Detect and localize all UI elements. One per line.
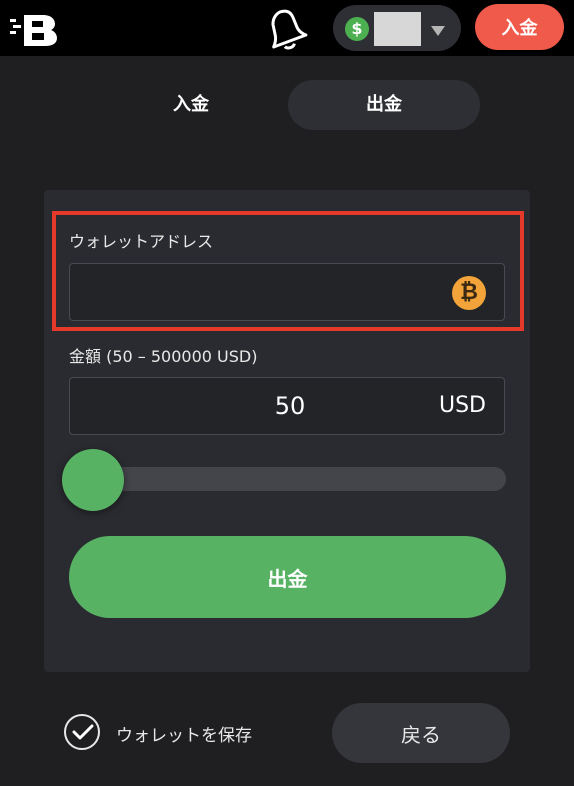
tab-withdraw[interactable]: 出金 (288, 80, 480, 130)
amount-label: 金額 (50 – 500000 USD) (69, 347, 258, 366)
bell-icon[interactable] (264, 8, 308, 50)
amount-slider-track[interactable] (76, 467, 506, 491)
amount-input[interactable]: 50 USD (69, 377, 505, 435)
logo-b-icon[interactable] (10, 10, 60, 46)
save-wallet-checkbox[interactable] (64, 714, 100, 750)
amount-value: 50 (274, 392, 306, 420)
chevron-down-icon (429, 22, 447, 36)
balance-dropdown[interactable]: $ (333, 5, 461, 51)
save-wallet-label: ウォレットを保存 (116, 726, 252, 746)
wallet-address-label: ウォレットアドレス (69, 232, 214, 251)
top-bar: $ 入金 (0, 0, 574, 56)
tab-deposit[interactable]: 入金 (96, 80, 286, 130)
balance-amount (374, 12, 421, 46)
wallet-address-input[interactable]: ₿ (69, 263, 505, 321)
header-deposit-button[interactable]: 入金 (475, 4, 564, 50)
amount-currency: USD (438, 393, 486, 418)
amount-slider-handle[interactable] (62, 449, 124, 511)
bitcoin-icon: ₿ (452, 276, 486, 310)
checkmark-icon (72, 724, 94, 740)
withdraw-submit-button[interactable]: 出金 (69, 536, 506, 618)
back-button[interactable]: 戻る (332, 703, 510, 763)
dollar-icon: $ (345, 17, 369, 41)
